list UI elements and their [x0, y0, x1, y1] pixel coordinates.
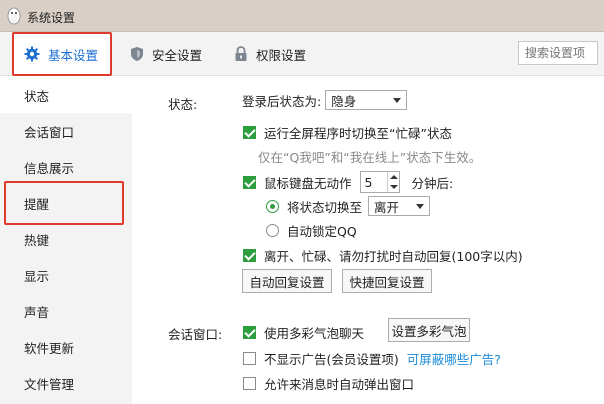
sidebar-item-software-update[interactable]: 软件更新	[0, 329, 132, 365]
auto-lock-label: 自动锁定QQ	[287, 224, 357, 239]
settings-toolbar: 基本设置 安全设置 权限设置	[0, 32, 604, 76]
auto-reply-label: 离开、忙碌、请勿打扰时自动回复(100字以内)	[264, 249, 523, 264]
auto-reply-checkbox[interactable]	[243, 249, 256, 262]
no-ads-checkbox[interactable]	[243, 352, 256, 365]
tab-basic-settings[interactable]: 基本设置	[12, 32, 112, 76]
sidebar-item-file-management[interactable]: 文件管理	[0, 365, 132, 401]
sidebar-item-label: 会话窗口	[24, 124, 75, 140]
sidebar-item-status[interactable]: 状态	[0, 77, 132, 113]
auto-popup-label: 允许来消息时自动弹出窗口	[264, 377, 415, 392]
auto-popup-checkbox[interactable]	[243, 377, 256, 390]
search-input[interactable]	[518, 41, 598, 65]
chevron-down-icon[interactable]	[389, 185, 398, 189]
status-section-label: 状态:	[168, 97, 198, 112]
qq-penguin-icon	[7, 7, 21, 25]
idle-label: 鼠标键盘无动作	[264, 175, 352, 191]
tab-security-settings-label: 安全设置	[152, 47, 203, 63]
sidebar: 状态 会话窗口 信息展示 提醒 热键 显示 声音 软件更新 文件管理	[0, 77, 132, 404]
sidebar-item-sound[interactable]: 声音	[0, 293, 132, 329]
sidebar-item-info-display[interactable]: 信息展示	[0, 149, 132, 185]
fullscreen-hint-row: 仅在“Q我吧”和“我在线上”状态下生效。	[258, 147, 481, 166]
auto-reply-row: 离开、忙碌、请勿打扰时自动回复(100字以内)	[243, 246, 523, 265]
sidebar-item-label: 热键	[24, 232, 50, 248]
no-ads-label: 不显示广告(会员设置项)	[264, 352, 399, 367]
stepper-buttons	[386, 172, 399, 192]
idle-suffix: 分钟后:	[411, 175, 454, 191]
switch-status-row: 将状态切换至 离开	[266, 196, 431, 216]
reminder-highlight-box	[4, 181, 124, 225]
sidebar-item-hotkey[interactable]: 热键	[0, 221, 132, 257]
title-bar: 系统设置	[0, 0, 604, 32]
idle-minutes-value: 5	[364, 174, 373, 190]
login-status-label: 登录后状态为:	[242, 93, 322, 109]
gear-icon	[24, 46, 40, 62]
ads-info-link[interactable]: 可屏蔽哪些广告?	[407, 349, 501, 368]
auto-reply-settings-button[interactable]: 自动回复设置	[242, 269, 332, 293]
tab-basic-settings-label: 基本设置	[48, 47, 99, 63]
sidebar-item-label: 文件管理	[24, 376, 75, 392]
fullscreen-hint: 仅在“Q我吧”和“我在线上”状态下生效。	[258, 150, 482, 165]
fullscreen-busy-checkbox[interactable]	[243, 126, 256, 139]
settings-content: 状态: 登录后状态为: 隐身 运行全屏程序时切换至“忙碌”状态 仅在“Q我吧”和…	[132, 77, 604, 404]
bubble-checkbox[interactable]	[243, 326, 256, 339]
sidebar-item-label: 声音	[24, 304, 50, 320]
sidebar-item-display[interactable]: 显示	[0, 257, 132, 293]
switch-status-label: 将状态切换至	[287, 199, 363, 215]
auto-popup-row: 允许来消息时自动弹出窗口	[243, 374, 414, 393]
bubble-label: 使用多彩气泡聊天	[264, 326, 365, 341]
chevron-up-icon[interactable]	[389, 175, 398, 179]
chevron-down-icon	[416, 203, 425, 209]
auto-lock-row: 自动锁定QQ	[266, 221, 357, 240]
idle-checkbox[interactable]	[243, 175, 256, 189]
auto-lock-radio[interactable]	[266, 224, 279, 237]
sidebar-item-label: 显示	[24, 268, 50, 284]
login-status-value: 隐身	[331, 93, 357, 109]
lock-icon	[235, 46, 247, 61]
fullscreen-busy-label: 运行全屏程序时切换至“忙碌”状态	[264, 126, 452, 141]
fullscreen-busy-row: 运行全屏程序时切换至“忙碌”状态	[243, 123, 452, 142]
sidebar-item-label: 信息展示	[24, 160, 75, 176]
login-status-row: 登录后状态为: 隐身	[242, 90, 408, 110]
tab-permission-settings-label: 权限设置	[256, 47, 307, 63]
quick-reply-settings-button[interactable]: 快捷回复设置	[342, 269, 432, 293]
sidebar-item-session-window[interactable]: 会话窗口	[0, 113, 132, 149]
session-section-label: 会话窗口:	[168, 327, 223, 342]
bubble-settings-button[interactable]: 设置多彩气泡	[388, 318, 470, 342]
window-title: 系统设置	[27, 11, 76, 25]
no-ads-row: 不显示广告(会员设置项) 可屏蔽哪些广告?	[243, 349, 501, 368]
idle-minutes-stepper[interactable]: 5	[359, 171, 400, 193]
switch-status-value: 离开	[374, 199, 400, 215]
tab-permission-settings[interactable]: 权限设置	[234, 32, 306, 76]
switch-status-select[interactable]: 离开	[368, 196, 431, 216]
sidebar-item-label: 软件更新	[24, 340, 75, 356]
sidebar-item-label: 状态	[24, 88, 50, 104]
switch-status-radio[interactable]	[266, 199, 279, 213]
tab-security-settings[interactable]: 安全设置	[130, 32, 202, 76]
chevron-down-icon	[393, 97, 402, 103]
shield-icon	[131, 47, 143, 61]
login-status-select[interactable]: 隐身	[325, 90, 408, 110]
idle-row: 鼠标键盘无动作 5 分钟后:	[243, 171, 453, 193]
bubble-row: 使用多彩气泡聊天	[243, 323, 364, 342]
